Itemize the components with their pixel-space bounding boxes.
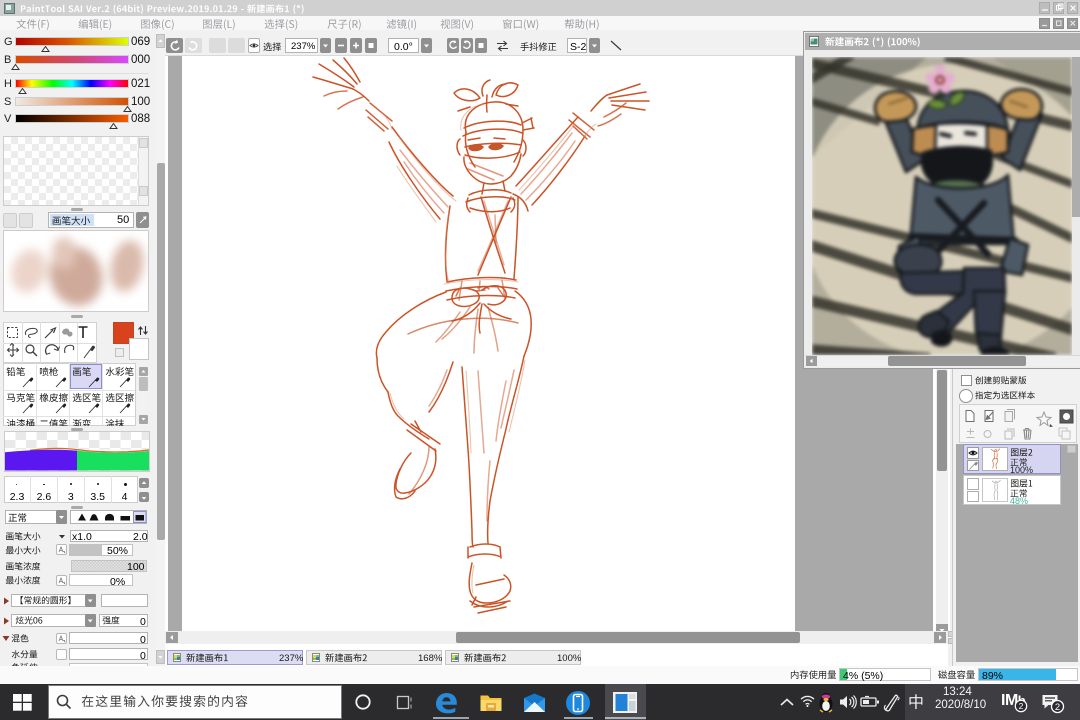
svg-text:2: 2 — [1019, 701, 1024, 711]
svg-text:2: 2 — [1055, 702, 1060, 713]
